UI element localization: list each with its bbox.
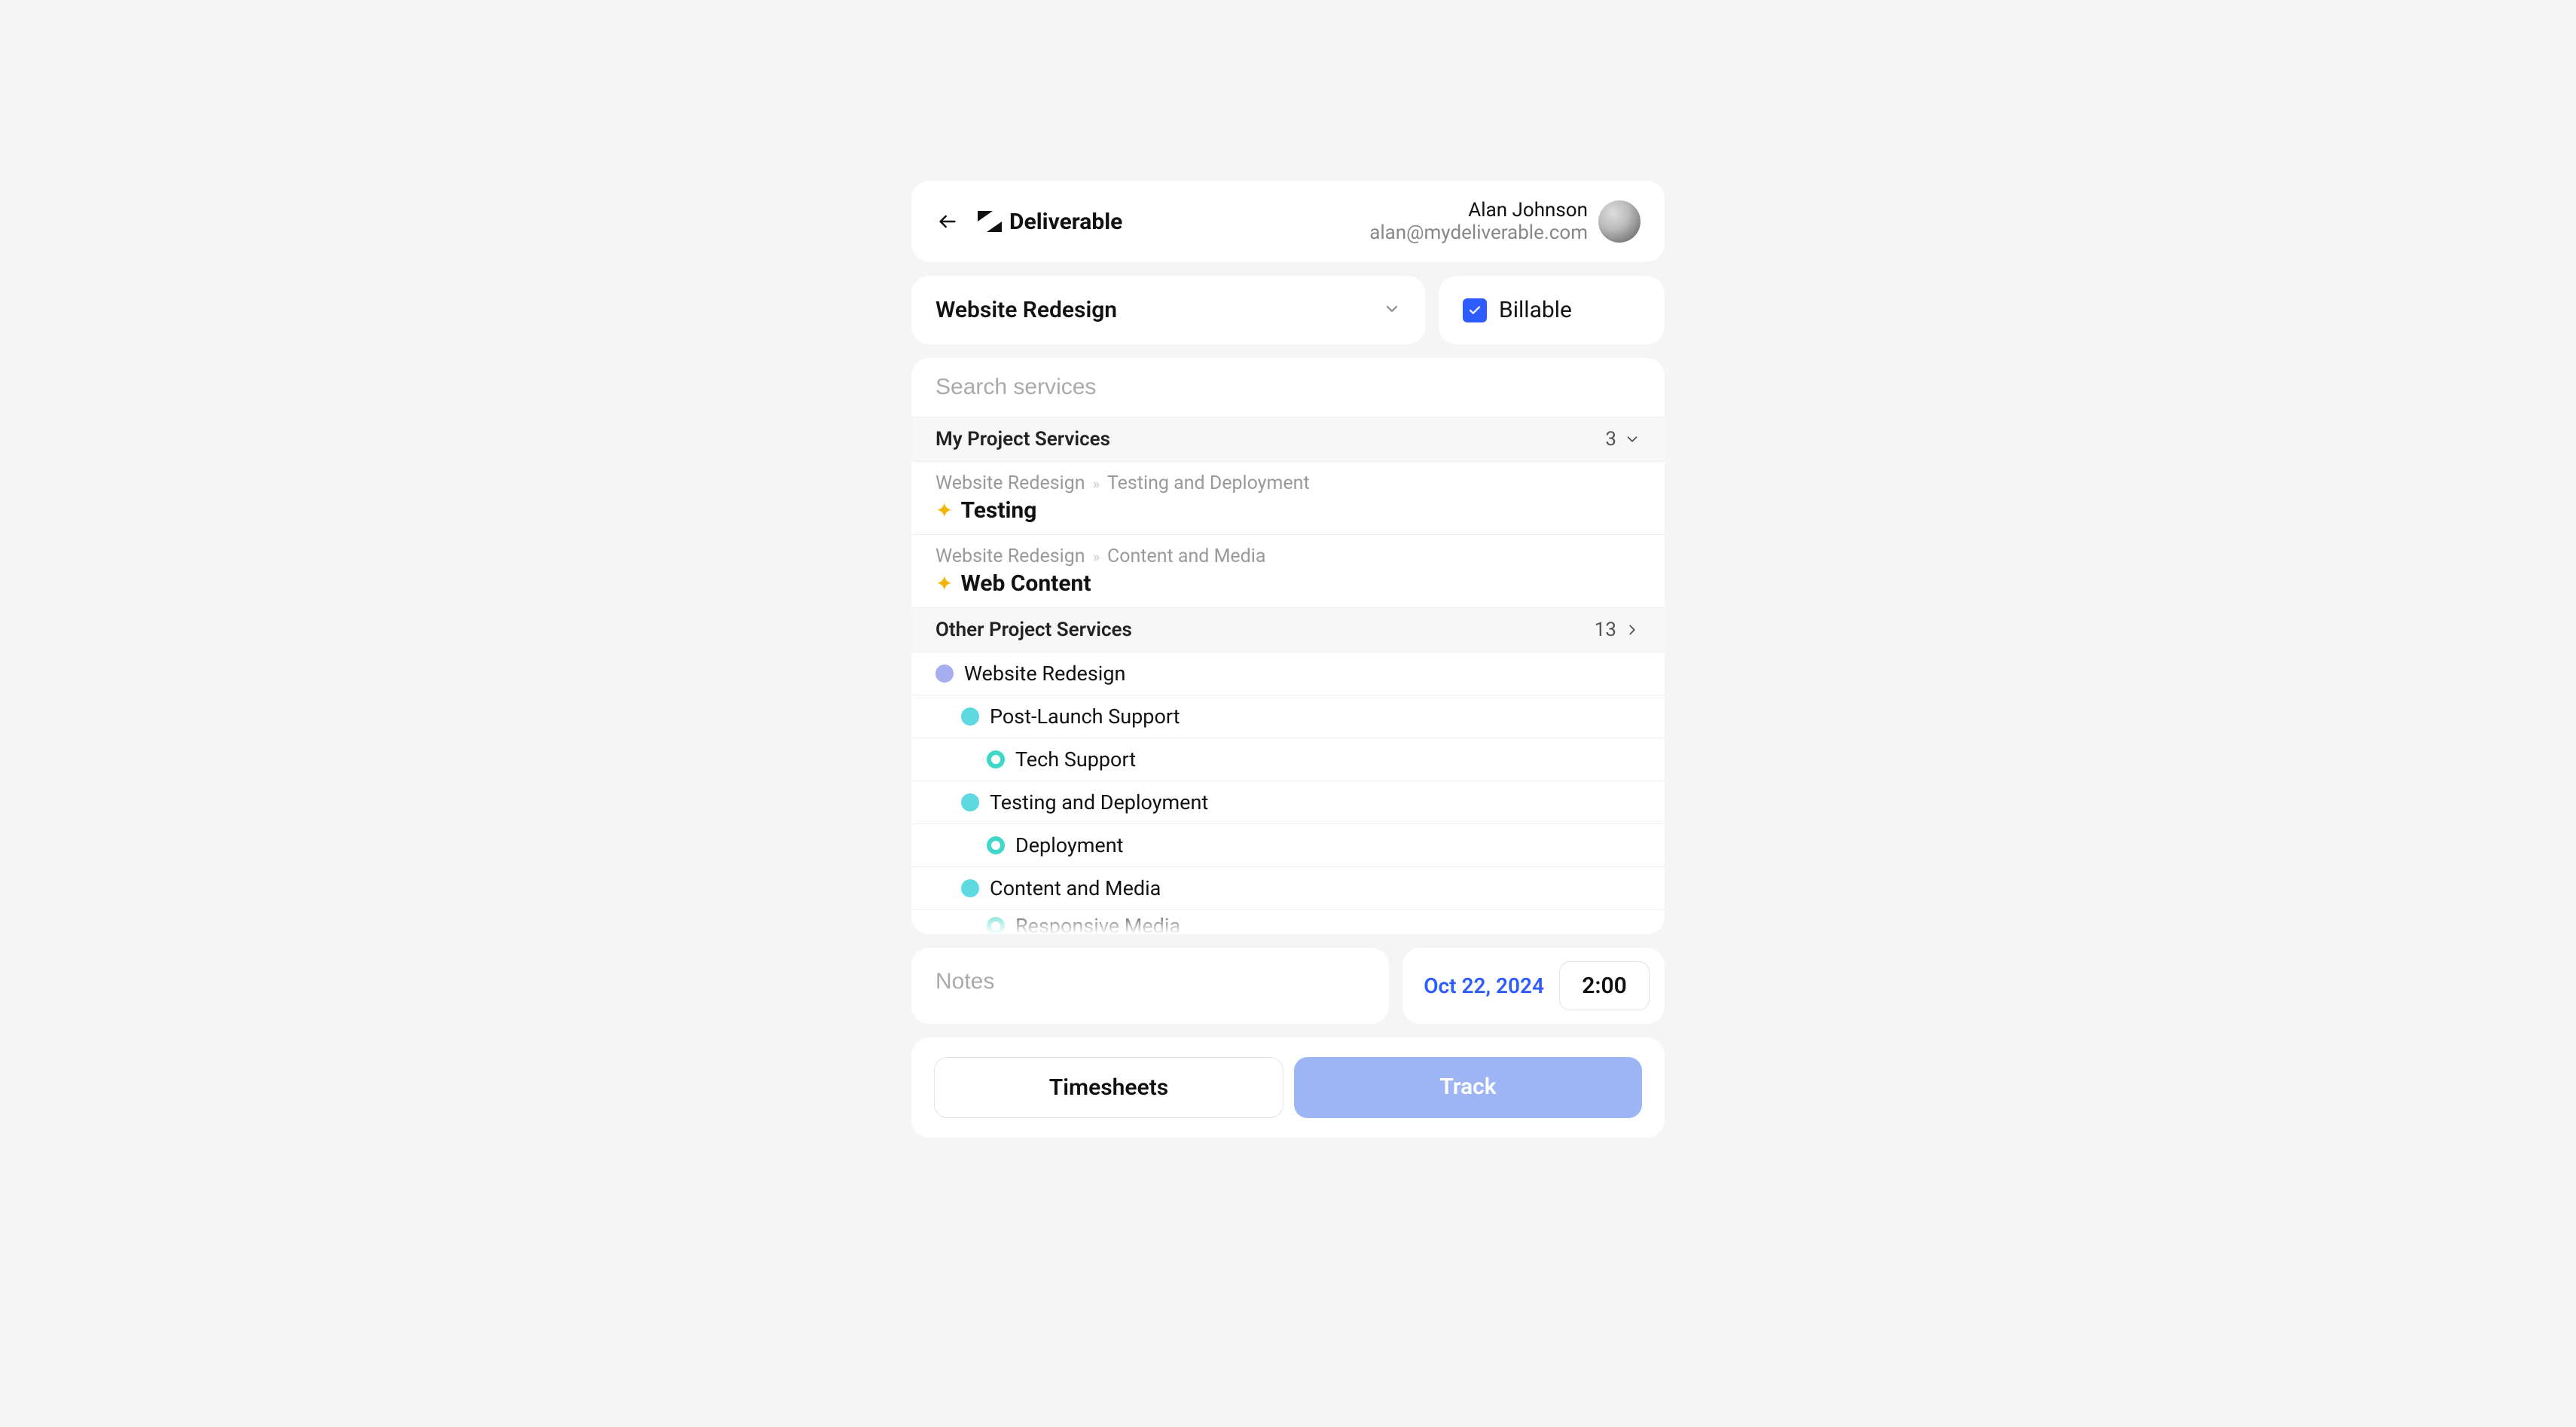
brand: Deliverable: [975, 206, 1122, 237]
group-dot-icon: [961, 793, 979, 811]
tree-label: Website Redesign: [964, 662, 1125, 686]
billable-checkbox[interactable]: [1463, 298, 1487, 322]
services-dropdown: My Project Services 3 Website Redesign »…: [911, 358, 1665, 934]
tree-group[interactable]: Post-Launch Support: [911, 695, 1665, 738]
service-name: Testing: [960, 497, 1036, 524]
chevron-right-icon: »: [1093, 548, 1100, 566]
avatar[interactable]: [1598, 200, 1641, 243]
project-dot-icon: [935, 665, 954, 683]
tree-label: Deployment: [1015, 833, 1123, 857]
back-button[interactable]: [935, 209, 960, 234]
service-item[interactable]: Website Redesign » Testing and Deploymen…: [911, 462, 1665, 535]
tree-label: Tech Support: [1015, 747, 1136, 772]
sparkle-icon: ✦: [935, 571, 953, 596]
tree-label: Responsive Media: [1015, 914, 1180, 934]
actions-card: Timesheets Track: [911, 1037, 1665, 1138]
notes-datetime-row: Oct 22, 2024 2:00: [911, 948, 1665, 1024]
search-wrap: [911, 358, 1665, 417]
notes-card: [911, 948, 1389, 1024]
tree-label: Content and Media: [990, 876, 1161, 900]
datetime-card: Oct 22, 2024 2:00: [1402, 948, 1665, 1024]
notes-input[interactable]: [935, 969, 1365, 995]
tree-label: Post-Launch Support: [990, 704, 1180, 729]
user-text: Alan Johnson alan@mydeliverable.com: [1369, 199, 1588, 244]
arrow-left-icon: [937, 211, 958, 232]
leaf-dot-icon: [987, 750, 1005, 769]
brand-name: Deliverable: [1009, 209, 1122, 235]
search-input[interactable]: [935, 374, 1641, 400]
track-button[interactable]: Track: [1294, 1057, 1642, 1118]
billable-label: Billable: [1499, 297, 1572, 323]
section-other-right: 13: [1595, 619, 1641, 641]
tree-leaf[interactable]: Deployment: [911, 824, 1665, 867]
time-input[interactable]: 2:00: [1559, 961, 1650, 1010]
check-icon: [1468, 304, 1482, 317]
tree-label: Testing and Deployment: [990, 790, 1208, 814]
project-selected-label: Website Redesign: [935, 297, 1117, 323]
user-email: alan@mydeliverable.com: [1369, 222, 1588, 244]
breadcrumb-leaf: Content and Media: [1107, 545, 1266, 567]
chevron-down-icon: [1383, 300, 1401, 321]
group-dot-icon: [961, 707, 979, 726]
tree-leaf-cut: Responsive Media: [911, 910, 1665, 934]
tree-root[interactable]: Website Redesign: [911, 652, 1665, 695]
section-my-right: 3: [1605, 428, 1641, 451]
user-name: Alan Johnson: [1369, 199, 1588, 222]
chevron-down-icon: [1624, 431, 1641, 448]
billable-toggle[interactable]: Billable: [1439, 276, 1665, 344]
group-dot-icon: [961, 879, 979, 897]
app-panel: Deliverable Alan Johnson alan@mydelivera…: [911, 181, 1665, 1138]
section-other-count: 13: [1595, 619, 1616, 641]
service-name-row: ✦ Testing: [935, 497, 1641, 524]
service-name-row: ✦ Web Content: [935, 570, 1641, 597]
breadcrumb-leaf: Testing and Deployment: [1107, 472, 1310, 494]
section-my-count: 3: [1605, 428, 1616, 451]
section-other-services[interactable]: Other Project Services 13: [911, 608, 1665, 652]
service-name: Web Content: [960, 570, 1091, 597]
breadcrumb-root: Website Redesign: [935, 545, 1085, 567]
brand-logo-icon: [975, 206, 1005, 237]
section-other-title: Other Project Services: [935, 619, 1132, 641]
user-block[interactable]: Alan Johnson alan@mydeliverable.com: [1369, 199, 1641, 244]
breadcrumb: Website Redesign » Content and Media: [935, 545, 1641, 567]
tree-leaf[interactable]: Tech Support: [911, 738, 1665, 781]
breadcrumb: Website Redesign » Testing and Deploymen…: [935, 472, 1641, 494]
tree-group[interactable]: Content and Media: [911, 867, 1665, 910]
section-my-services[interactable]: My Project Services 3: [911, 417, 1665, 462]
date-picker[interactable]: Oct 22, 2024: [1424, 973, 1544, 998]
leaf-dot-icon: [987, 917, 1005, 934]
section-my-title: My Project Services: [935, 428, 1110, 451]
leaf-dot-icon: [987, 836, 1005, 854]
sparkle-icon: ✦: [935, 498, 953, 523]
chevron-right-icon: [1624, 622, 1641, 638]
tree-group[interactable]: Testing and Deployment: [911, 781, 1665, 824]
chevron-right-icon: »: [1093, 475, 1100, 493]
service-item[interactable]: Website Redesign » Content and Media ✦ W…: [911, 535, 1665, 608]
project-select[interactable]: Website Redesign: [911, 276, 1425, 344]
timesheets-button[interactable]: Timesheets: [934, 1057, 1283, 1118]
header-card: Deliverable Alan Johnson alan@mydelivera…: [911, 181, 1665, 262]
project-billable-row: Website Redesign Billable: [911, 276, 1665, 344]
breadcrumb-root: Website Redesign: [935, 472, 1085, 494]
